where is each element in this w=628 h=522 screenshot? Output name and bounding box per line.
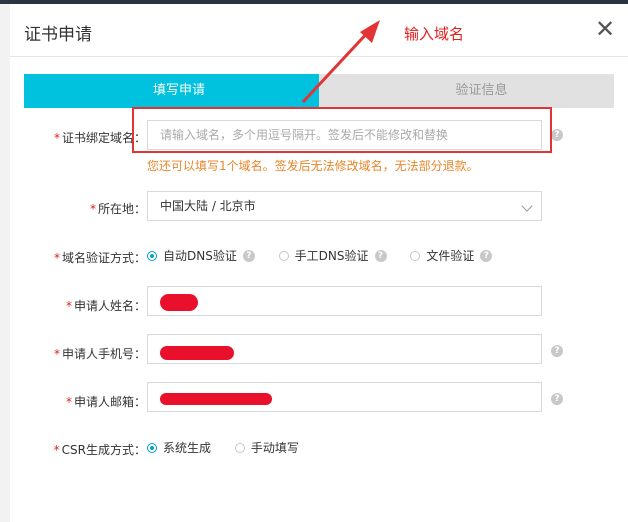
redaction-mark	[160, 294, 198, 311]
location-label: * 所在地：	[89, 202, 146, 216]
step-verify-info-label: 验证信息	[455, 83, 508, 98]
help-icon[interactable]: ?	[242, 249, 255, 262]
csr-label: * CSR生成方式：	[53, 443, 146, 457]
step-verify-info: 验证信息	[319, 74, 614, 108]
step-fill-application: 填写申请	[24, 74, 334, 108]
location-value: 中国大陆 / 北京市	[160, 199, 256, 213]
applicant-name-label-text: 申请人姓名：	[73, 299, 146, 313]
applicant-phone-label-text: 申请人手机号：	[61, 347, 146, 361]
applicant-name-label: * 申请人姓名：	[65, 299, 146, 313]
applicant-phone-label: * 申请人手机号：	[53, 347, 146, 361]
close-icon[interactable]: ✕	[594, 17, 616, 41]
option-file-verify-label: 文件验证	[426, 249, 475, 263]
help-icon[interactable]: ?	[551, 345, 563, 357]
dialog-title: 证书申请	[24, 25, 92, 45]
option-manual-fill-label: 手动填写	[250, 441, 299, 455]
chevron-down-icon	[521, 200, 533, 212]
applicant-email-label-text: 申请人邮箱：	[73, 395, 146, 409]
verify-method-radio-group: 自动DNS验证? 手工DNS验证? 文件验证?	[147, 247, 493, 264]
option-system-generate-label: 系统生成	[163, 441, 212, 455]
location-select[interactable]: 中国大陆 / 北京市	[147, 191, 542, 221]
radio-system-generate[interactable]	[147, 442, 157, 453]
step-progress: 填写申请 验证信息	[24, 74, 614, 108]
help-icon[interactable]: ?	[551, 393, 563, 405]
csr-radio-group: 系统生成 手动填写	[147, 439, 305, 456]
annotation-label: 输入域名	[404, 25, 465, 43]
header-divider	[10, 56, 628, 57]
annotation-highlight-box	[132, 107, 552, 153]
applicant-name-input[interactable]	[147, 286, 542, 316]
radio-manual-fill[interactable]	[234, 442, 245, 453]
csr-label-text: CSR生成方式：	[61, 443, 146, 457]
help-icon[interactable]: ?	[374, 249, 387, 262]
redaction-mark	[160, 393, 272, 405]
applicant-email-label: * 申请人邮箱：	[65, 395, 146, 409]
help-icon[interactable]: ?	[480, 249, 493, 262]
radio-manual-dns[interactable]	[278, 250, 289, 261]
help-icon[interactable]: ?	[551, 129, 563, 141]
verify-method-label: * 域名验证方式：	[53, 251, 146, 265]
verify-method-label-text: 域名验证方式：	[61, 251, 146, 265]
location-label-text: 所在地：	[97, 202, 146, 216]
option-auto-dns-label: 自动DNS验证	[163, 249, 237, 263]
radio-file-verify[interactable]	[410, 250, 421, 261]
radio-auto-dns[interactable]	[147, 250, 157, 261]
certificate-application-dialog: 证书申请 ✕ 输入域名 填写申请 验证信息 * 证书绑定域名： 请输入域名，多个用…	[10, 4, 628, 522]
option-manual-dns-label: 手工DNS验证	[294, 249, 369, 263]
redaction-mark	[160, 346, 234, 360]
domain-hint: 您还可以填写1个域名。签发后无法修改域名，无法部分退款。	[147, 159, 479, 173]
